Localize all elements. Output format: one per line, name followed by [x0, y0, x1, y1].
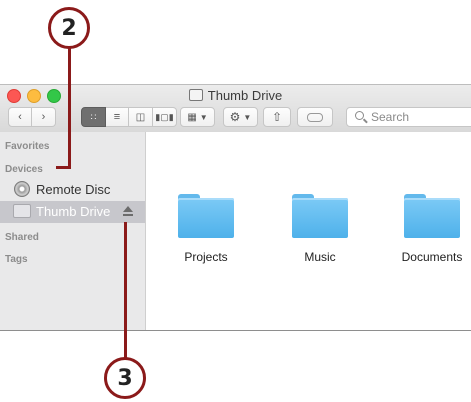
window-title-text: Thumb Drive: [207, 88, 283, 103]
drive-icon: [13, 204, 31, 218]
callout-3: 3: [104, 357, 146, 399]
folder-icon: [178, 198, 234, 238]
folder-projects[interactable]: [178, 194, 234, 238]
gear-icon: ⚙: [229, 110, 241, 124]
search-field[interactable]: Search: [346, 107, 471, 127]
folder-documents[interactable]: [404, 194, 460, 238]
callout-3-leader-line: [124, 222, 127, 359]
folder-music[interactable]: [292, 194, 348, 238]
eject-icon[interactable]: [123, 206, 133, 217]
folder-icon: [404, 198, 460, 238]
folder-label-documents: Documents: [401, 250, 463, 264]
folder-label-projects: Projects: [184, 250, 228, 264]
sidebar-heading-devices: Devices: [5, 164, 43, 175]
sidebar-item-label: Thumb Drive: [36, 204, 111, 219]
file-browser-content: Projects Music Documents: [146, 132, 471, 330]
chevron-down-icon: ▼: [243, 112, 252, 122]
sidebar-heading-favorites: Favorites: [5, 141, 50, 152]
back-button[interactable]: ‹: [8, 107, 32, 127]
forward-icon: ›: [41, 111, 46, 123]
disc-icon: [14, 181, 30, 197]
sidebar-item-thumb-drive[interactable]: Thumb Drive: [0, 201, 145, 223]
cover-flow-button[interactable]: ▮▢▮: [153, 107, 177, 127]
search-placeholder: Search: [371, 110, 410, 124]
folder-icon: [292, 198, 348, 238]
column-view-button[interactable]: ◫: [129, 107, 153, 127]
callout-2-leader-pointer: [56, 166, 71, 169]
sidebar-heading-tags: Tags: [5, 254, 28, 265]
column-view-icon: ◫: [135, 111, 146, 123]
list-view-button[interactable]: ≡: [106, 107, 129, 127]
view-mode-control: ∷ ≡ ◫ ▮▢▮: [81, 107, 177, 127]
sidebar-heading-shared: Shared: [5, 232, 39, 243]
action-button[interactable]: ⚙ ▼: [223, 107, 258, 127]
callout-2-number: 2: [61, 15, 77, 41]
cover-flow-icon: ▮▢▮: [155, 111, 174, 122]
back-icon: ‹: [18, 111, 22, 123]
callout-2: 2: [48, 7, 90, 49]
tag-button[interactable]: [297, 107, 333, 127]
arrange-icon: ▦: [187, 111, 197, 123]
list-view-icon: ≡: [113, 111, 121, 123]
icon-view-icon: ∷: [90, 111, 97, 122]
share-button[interactable]: ⇧: [263, 107, 291, 127]
forward-button[interactable]: ›: [32, 107, 56, 127]
back-forward-control: ‹ ›: [8, 107, 56, 127]
tag-icon: [307, 112, 323, 122]
icon-view-button[interactable]: ∷: [81, 107, 106, 127]
share-icon: ⇧: [271, 110, 283, 124]
sidebar-item-remote-disc[interactable]: Remote Disc: [0, 179, 145, 201]
callout-3-number: 3: [117, 365, 133, 391]
search-icon: [355, 111, 364, 120]
callout-2-leader-line: [68, 48, 71, 169]
arrange-button[interactable]: ▦ ▼: [180, 107, 215, 127]
drive-icon: [188, 89, 203, 101]
folder-label-music: Music: [304, 250, 336, 264]
sidebar-item-label: Remote Disc: [36, 182, 111, 197]
chevron-down-icon: ▼: [199, 112, 208, 122]
